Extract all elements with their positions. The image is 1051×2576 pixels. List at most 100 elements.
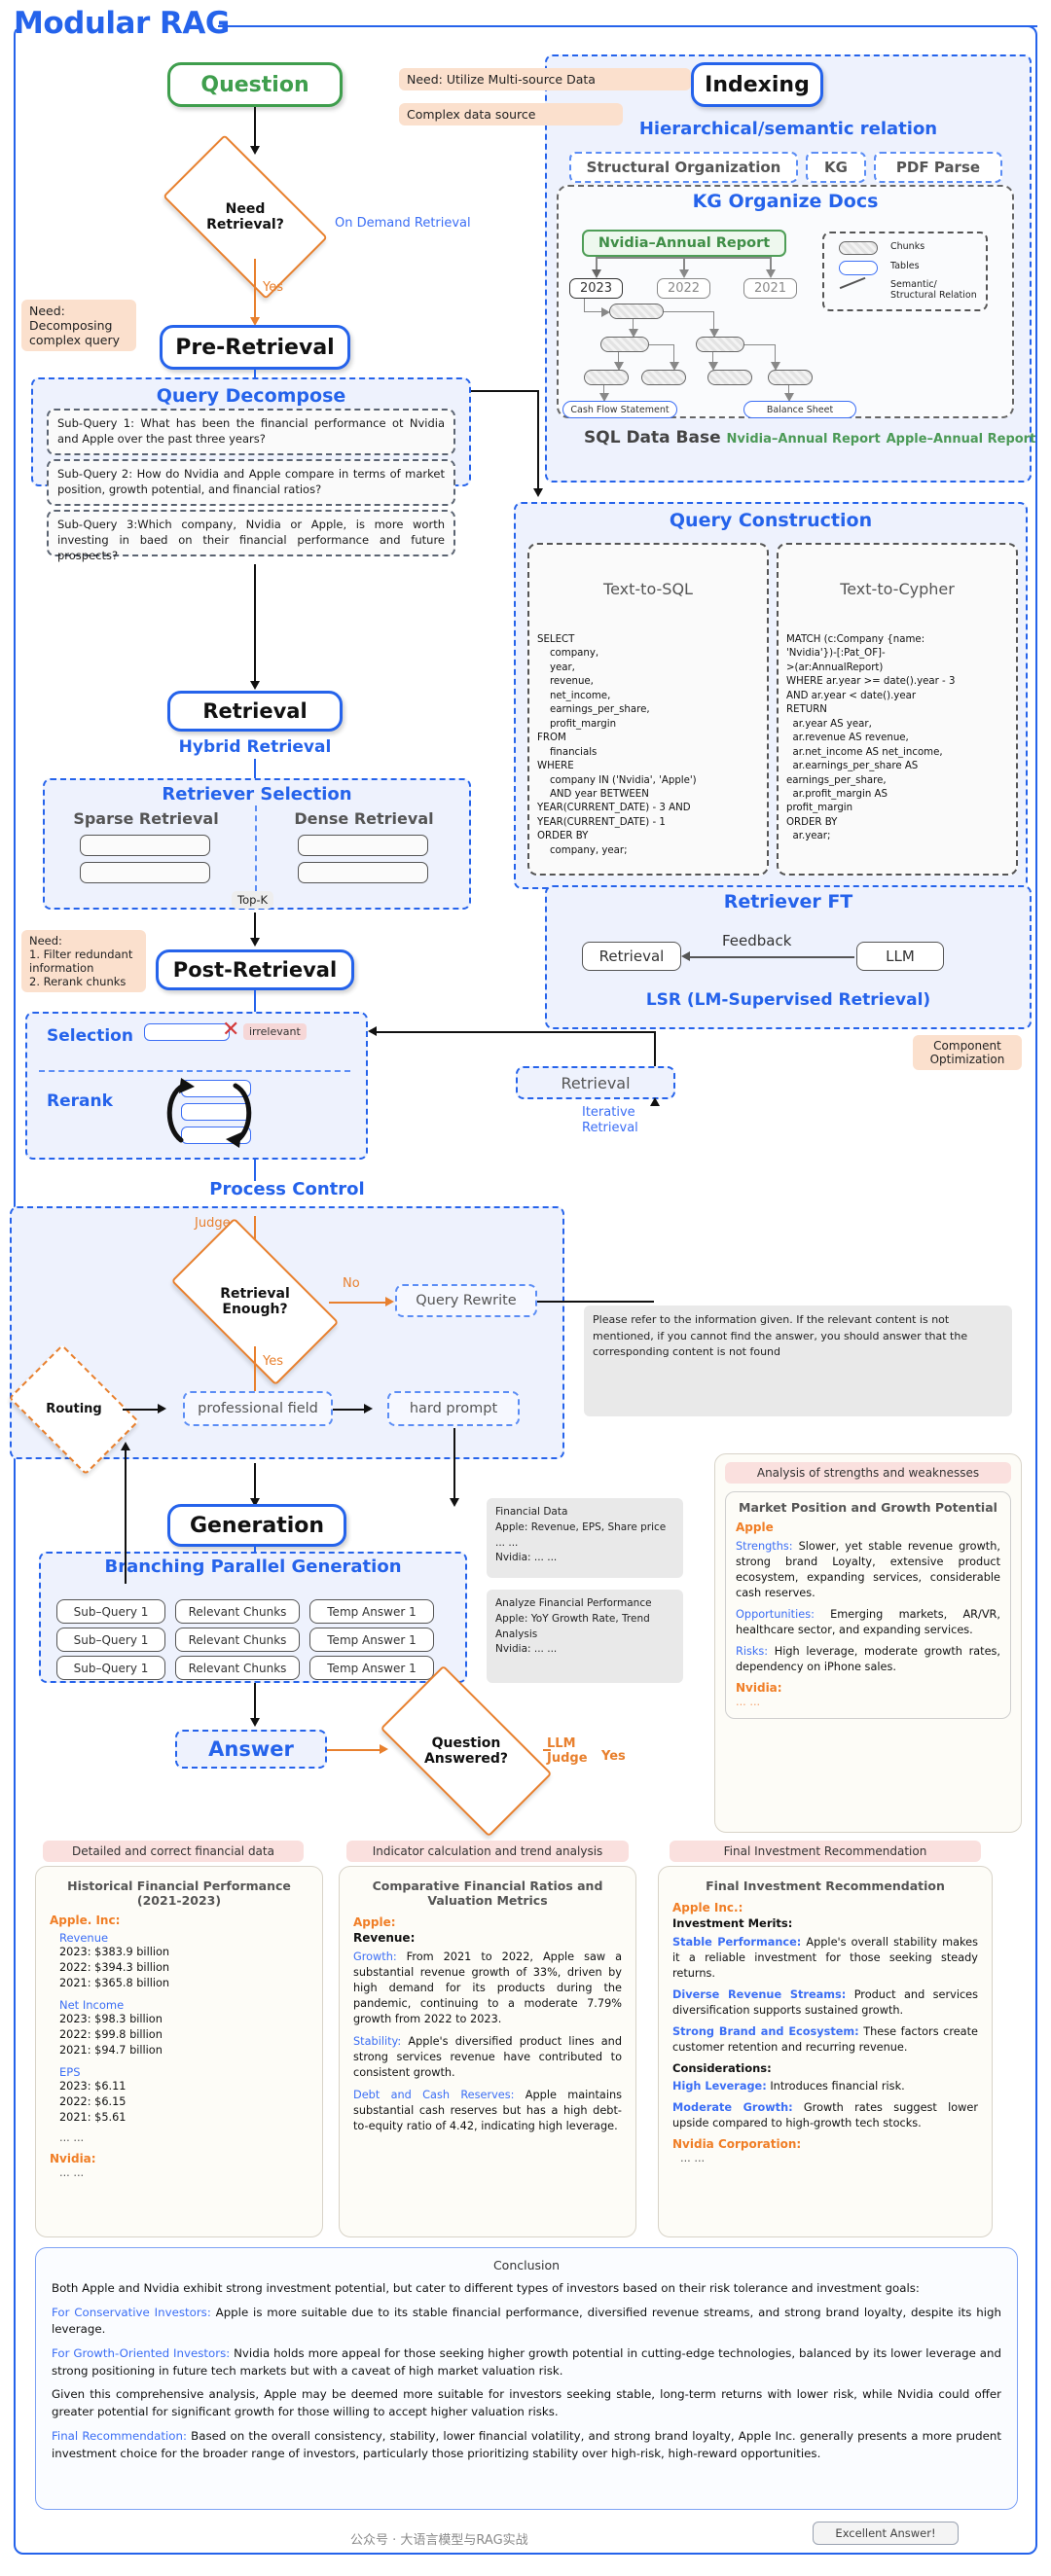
branching-generation-title: Branching Parallel Generation bbox=[104, 1556, 402, 1577]
hard-prompt-node[interactable]: hard prompt bbox=[387, 1391, 520, 1426]
routing-decision[interactable]: Routing bbox=[8, 1343, 140, 1476]
professional-field-node[interactable]: professional field bbox=[183, 1391, 333, 1426]
sql-database-label: SQL Data Base Nvidia–Annual Report Apple… bbox=[584, 428, 1035, 447]
arrow-head bbox=[385, 1297, 394, 1306]
col1-company: Apple. Inc: bbox=[50, 1914, 121, 1927]
gen-chunks-3[interactable]: Relevant Chunks bbox=[175, 1656, 300, 1680]
gen-temp-answer-3[interactable]: Temp Answer 1 bbox=[309, 1656, 434, 1680]
question-answered-label: Question Answered? bbox=[423, 1735, 509, 1767]
dense-slot-1[interactable] bbox=[298, 835, 428, 856]
page-title-bar: Modular RAG bbox=[14, 6, 1037, 45]
year-2021[interactable]: 2021 bbox=[743, 278, 797, 299]
selection-label: Selection bbox=[47, 1026, 133, 1046]
col3-considerations: Considerations: bbox=[672, 2061, 772, 2076]
gen-temp-answer-1[interactable]: Temp Answer 1 bbox=[309, 1599, 434, 1624]
gen-chunks-1[interactable]: Relevant Chunks bbox=[175, 1599, 300, 1624]
cypher-code: MATCH (c:Company {name: 'Nvidia'})-[:Pat… bbox=[786, 633, 956, 842]
rerank-cycle-icon bbox=[166, 1078, 252, 1148]
process-control-title: Process Control bbox=[209, 1179, 365, 1199]
nvidia-annual-report-node[interactable]: Nvidia–Annual Report bbox=[582, 230, 786, 257]
year-2023[interactable]: 2023 bbox=[569, 278, 623, 299]
col3-consideration-body: Introduces financial risk. bbox=[766, 2080, 905, 2093]
post-retrieval-node[interactable]: Post-Retrieval bbox=[156, 949, 354, 990]
col3-consideration-label: High Leverage: bbox=[672, 2080, 767, 2093]
col1-line: 2023: $6.11 bbox=[59, 2080, 127, 2093]
no-label: No bbox=[343, 1276, 360, 1291]
arrow-head bbox=[533, 488, 543, 497]
arrow-head bbox=[250, 681, 260, 690]
ft-retrieval-node[interactable]: Retrieval bbox=[582, 942, 681, 971]
gen-subquery-2[interactable]: Sub–Query 1 bbox=[56, 1628, 165, 1652]
gen-subquery-3[interactable]: Sub–Query 1 bbox=[56, 1656, 165, 1680]
text-to-cypher-title: Text-to-Cypher bbox=[840, 579, 955, 598]
need-retrieval-decision[interactable]: Need Retrieval? bbox=[163, 134, 328, 300]
arrow-head bbox=[250, 146, 260, 155]
col3-company: Apple Inc.: bbox=[672, 1901, 743, 1914]
watermark: 公众号 · 大语言模型与RAG实战 bbox=[350, 2533, 528, 2548]
risks-label: Risks: bbox=[736, 1645, 769, 1659]
tag-kg[interactable]: KG bbox=[806, 152, 866, 183]
year-2022[interactable]: 2022 bbox=[657, 278, 710, 299]
col3-item-label: Strong Brand and Ecosystem: bbox=[672, 2025, 859, 2039]
gen-chunks-2[interactable]: Relevant Chunks bbox=[175, 1628, 300, 1652]
col1-line: 2022: $6.15 bbox=[59, 2095, 127, 2109]
indexing-node[interactable]: Indexing bbox=[691, 62, 823, 107]
llm-judge-label: LLM Judge bbox=[547, 1736, 588, 1766]
analysis-company: Apple bbox=[736, 1521, 774, 1534]
question-node[interactable]: Question bbox=[167, 62, 343, 107]
tag-pdf-parse[interactable]: PDF Parse bbox=[874, 152, 1002, 183]
routing-label: Routing bbox=[46, 1401, 102, 1416]
col2-box: Comparative Financial Ratios and Valuati… bbox=[339, 1866, 636, 2237]
col1-group-label: Net Income bbox=[59, 1998, 125, 2013]
arrow-feedback-up bbox=[125, 1448, 127, 1584]
query-rewrite-node[interactable]: Query Rewrite bbox=[395, 1284, 537, 1317]
selection-chunk-slot[interactable] bbox=[144, 1023, 230, 1041]
arrow-head bbox=[121, 1442, 130, 1450]
generation-node[interactable]: Generation bbox=[167, 1504, 346, 1547]
risks-body: High leverage, moderate growth rates, de… bbox=[736, 1645, 1000, 1674]
table-cash-flow-statement[interactable]: Cash Flow Statement bbox=[562, 401, 677, 418]
financial-data-note: Financial Data Apple: Revenue, EPS, Shar… bbox=[487, 1498, 683, 1578]
retriever-ft-title: Retriever FT bbox=[723, 891, 853, 912]
col1-title: Historical Financial Performance (2021-2… bbox=[67, 1878, 291, 1908]
iterative-retrieval-node[interactable]: Retrieval bbox=[516, 1066, 675, 1099]
sparse-slot-1[interactable] bbox=[80, 835, 210, 856]
chunk-node bbox=[768, 370, 813, 385]
col1-box: Historical Financial Performance (2021-2… bbox=[35, 1866, 323, 2237]
col3-item-label: Stable Performance: bbox=[672, 1936, 802, 1949]
gen-subquery-1[interactable]: Sub–Query 1 bbox=[56, 1599, 165, 1624]
conclusion-item-label: For Conservative Investors: bbox=[52, 2305, 211, 2319]
tag-structural-organization[interactable]: Structural Organization bbox=[569, 152, 798, 183]
col3-box: Final Investment Recommendation Apple In… bbox=[658, 1866, 993, 2237]
arrow-head bbox=[250, 938, 260, 947]
chunk-node bbox=[609, 304, 664, 319]
col1-ellipsis: ... ... bbox=[59, 2131, 85, 2145]
col1-header: Detailed and correct financial data bbox=[43, 1841, 304, 1862]
arrow-head bbox=[380, 1744, 388, 1754]
arrow-no bbox=[329, 1302, 391, 1304]
dense-slot-2[interactable] bbox=[298, 862, 428, 883]
dense-retrieval-label: Dense Retrieval bbox=[294, 809, 434, 828]
retrieval-enough-decision[interactable]: Retrieval Enough? bbox=[170, 1217, 340, 1386]
prompt-instruction-box: Please refer to the information given. I… bbox=[584, 1306, 1012, 1416]
gen-temp-answer-2[interactable]: Temp Answer 1 bbox=[309, 1628, 434, 1652]
arrow-answer-to-check bbox=[327, 1749, 385, 1751]
title-rule bbox=[223, 25, 1037, 27]
answer-node[interactable]: Answer bbox=[175, 1730, 327, 1769]
sparse-slot-2[interactable] bbox=[80, 862, 210, 883]
chunk-node bbox=[600, 337, 649, 352]
chunk-node bbox=[707, 370, 752, 385]
text-to-sql-title: Text-to-SQL bbox=[603, 579, 693, 598]
analyze-performance-note: Analyze Financial Performance Apple: YoY… bbox=[487, 1590, 683, 1683]
retrieval-node[interactable]: Retrieval bbox=[167, 691, 343, 732]
col2-subhead: Revenue: bbox=[353, 1931, 416, 1945]
question-answered-decision[interactable]: Question Answered? bbox=[380, 1664, 553, 1838]
arrow-head bbox=[450, 1498, 459, 1507]
col2-item-label: Growth: bbox=[353, 1950, 397, 1963]
pre-retrieval-node[interactable]: Pre-Retrieval bbox=[160, 325, 350, 370]
sub-query-2: Sub-Query 2: How do Nvidia and Apple com… bbox=[47, 459, 455, 506]
ft-llm-node[interactable]: LLM bbox=[856, 942, 944, 971]
analysis-nvidia-body: ... ... bbox=[736, 1696, 761, 1709]
table-balance-sheet[interactable]: Balance Sheet bbox=[743, 401, 856, 418]
sqldb-item-nvidia: Nvidia–Annual Report bbox=[726, 432, 881, 447]
